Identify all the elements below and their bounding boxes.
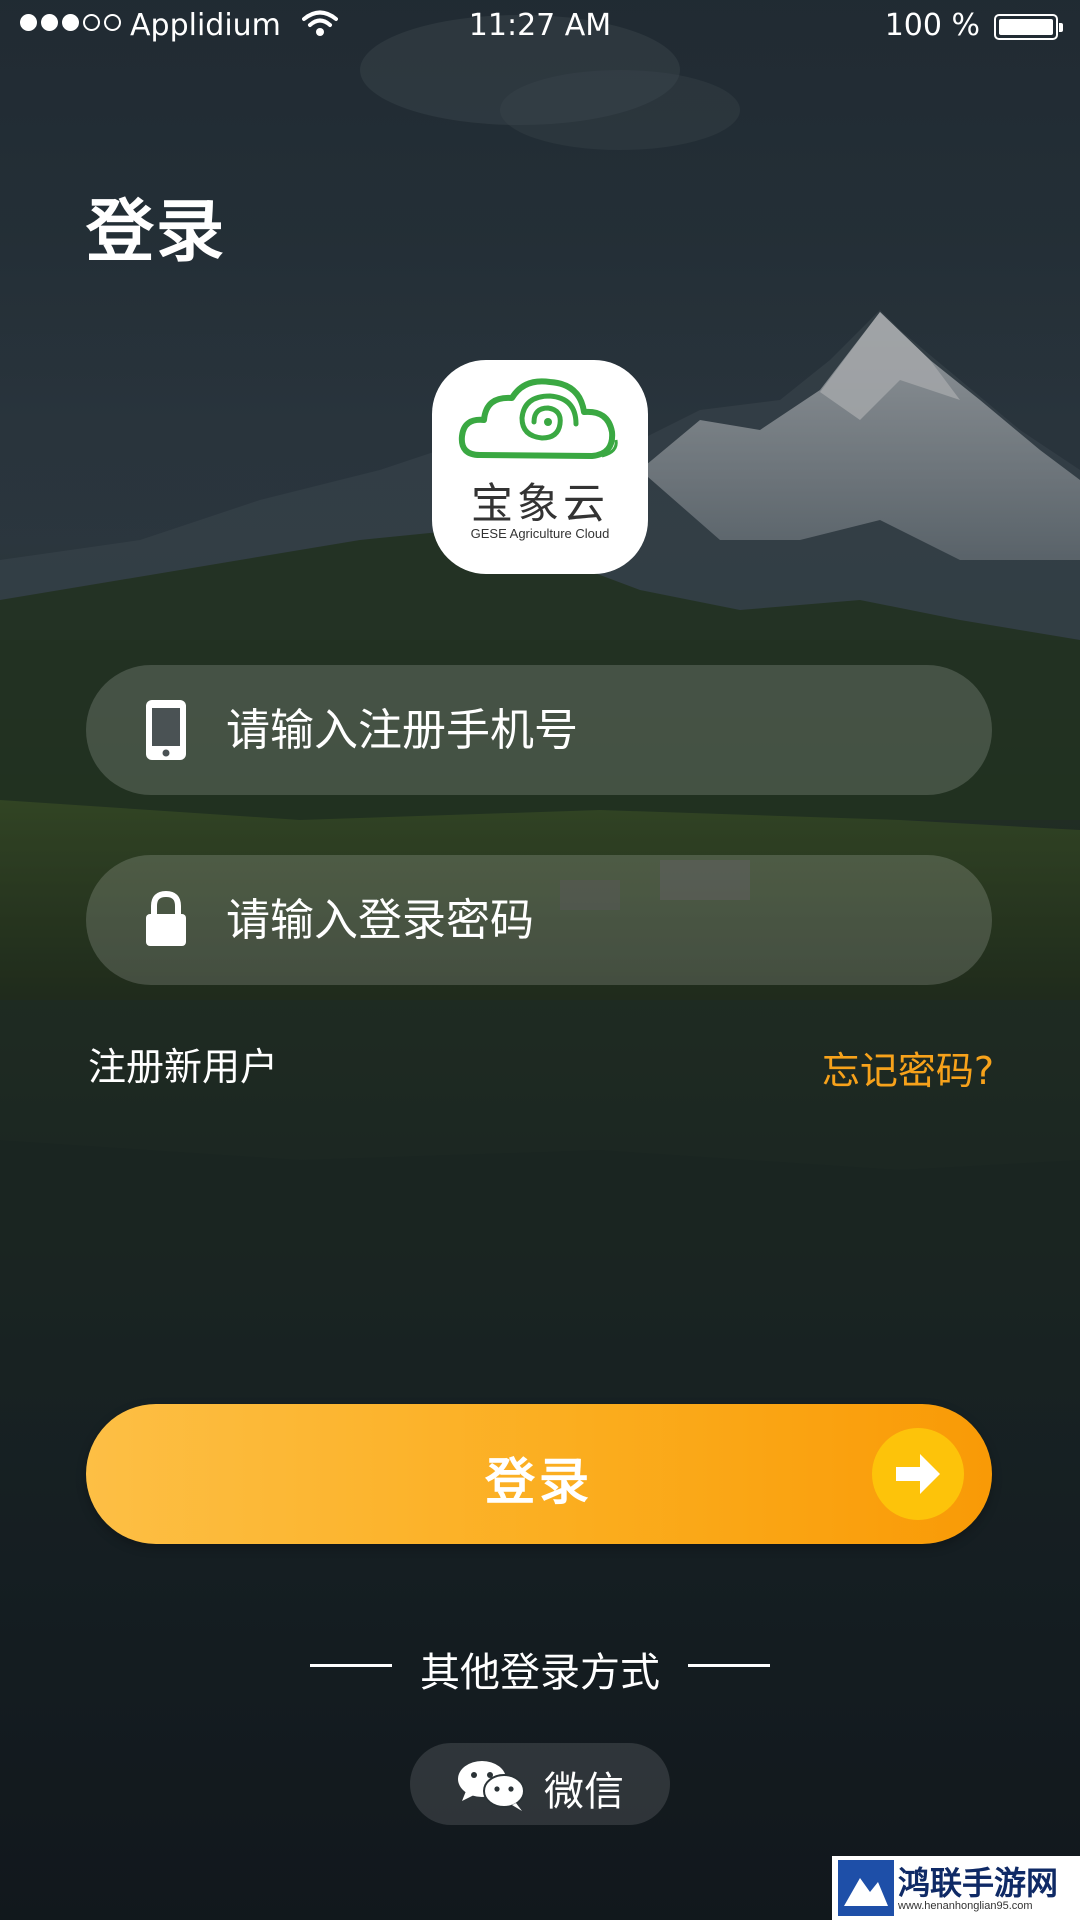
logo-chinese-name: 宝象云 (470, 479, 609, 528)
forgot-password-link[interactable]: 忘记密码? (822, 1040, 994, 1095)
wechat-login-button[interactable]: 微信 (410, 1743, 670, 1825)
arrow-right-icon (872, 1428, 964, 1520)
wechat-icon (458, 1761, 525, 1811)
other-login-label: 其他登录方式 (420, 1650, 660, 1696)
login-button-label: 登录 (485, 1453, 593, 1511)
logo-english-name: GESE Agriculture Cloud (470, 526, 610, 541)
battery-percentage: 100 % (884, 8, 980, 43)
lock-icon (146, 890, 186, 946)
mobile-phone-icon (146, 700, 186, 760)
watermark-logo-icon (838, 1860, 894, 1916)
site-watermark: 鸿联手游网 www.henanhonglian95.com (832, 1856, 1080, 1920)
phone-field[interactable] (86, 665, 992, 795)
divider-right (688, 1664, 770, 1667)
status-bar: Applidium 11:27 AM 100 % (0, 0, 1080, 56)
app-logo: 宝象云 GESE Agriculture Cloud (432, 360, 648, 574)
phone-input[interactable] (226, 665, 946, 795)
login-screen: Applidium 11:27 AM 100 % 登录 宝象云 GESE Agr… (0, 0, 1080, 1920)
password-field[interactable] (86, 855, 992, 985)
password-input[interactable] (226, 855, 946, 985)
register-link[interactable]: 注册新用户 (88, 1036, 278, 1091)
battery-icon (994, 14, 1063, 40)
watermark-url: www.henanhonglian95.com (898, 1900, 1033, 1912)
wechat-label: 微信 (544, 1769, 624, 1815)
page-title: 登录 (86, 193, 227, 272)
cloud-logo-icon (458, 378, 618, 459)
watermark-text: 鸿联手游网 (898, 1864, 1059, 1902)
login-button[interactable]: 登录 (86, 1404, 992, 1544)
